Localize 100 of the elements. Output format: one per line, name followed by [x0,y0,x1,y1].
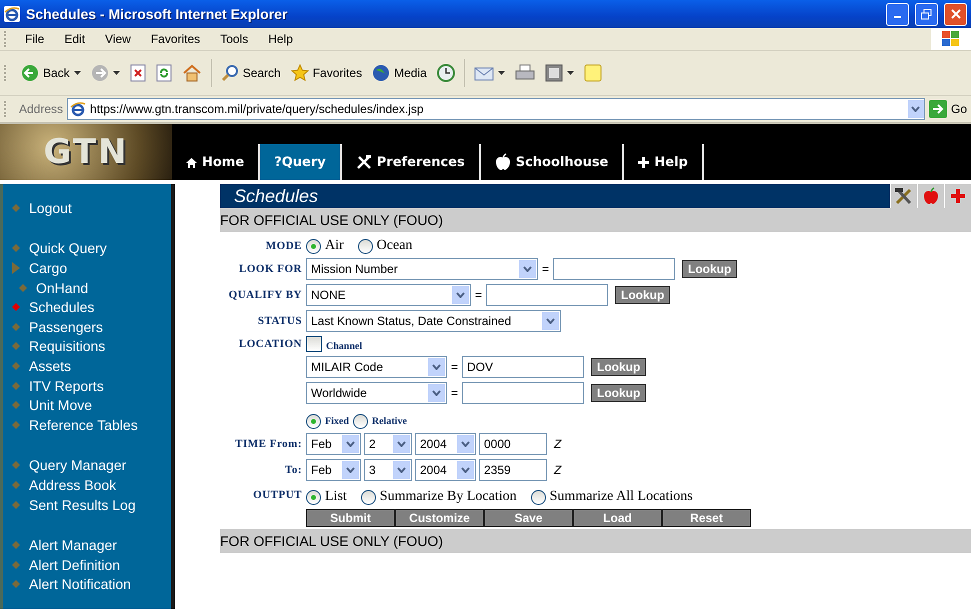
radio-button[interactable] [360,490,376,504]
dropdown-select[interactable]: Last Known Status, Date Constrained [306,310,561,332]
form-button[interactable]: Submit [306,509,395,527]
equals-sign: = [542,262,550,276]
radio-label: Air [325,238,344,254]
input-field[interactable]: 2359 [479,459,547,481]
dropdown-select[interactable]: 2004 [415,459,476,481]
go-button[interactable]: Go [928,100,971,118]
dropdown-select[interactable]: NONE [306,284,471,306]
field-label: To: [284,464,302,476]
sidebar-link[interactable]: Cargo [29,260,68,276]
menu-item[interactable]: Edit [54,32,96,46]
caret-icon [523,266,532,272]
time-zone-label: Z [554,463,562,477]
sidebar-link[interactable]: Quick Query [29,240,107,256]
caret-icon [461,441,470,447]
sidebar-link[interactable]: Assets [29,358,72,374]
lookup-button[interactable]: Lookup [591,384,646,402]
menu-item[interactable]: File [15,32,54,46]
plus-icon[interactable] [951,189,965,203]
caret-icon [546,318,555,324]
dropdown-select[interactable]: Mission Number [306,258,538,280]
close-button[interactable] [944,2,967,26]
sidebar-link[interactable]: Schedules [29,299,94,316]
sidebar-link[interactable]: ITV Reports [29,378,104,394]
radio-button[interactable] [530,490,546,504]
sidebar-link[interactable]: Requisitions [29,338,106,354]
radio-label: Summarize By Location [380,489,517,505]
nav-tab[interactable]: Schoolhouse [480,144,624,180]
caret-icon [498,71,505,75]
input-field[interactable]: 0000 [479,433,547,455]
sidebar-link[interactable]: Alert Manager [29,537,117,554]
form-button[interactable]: Save [484,509,573,527]
dropdown-select[interactable]: Feb [306,433,361,455]
sidebar-link[interactable]: Query Manager [29,457,126,474]
restore-button[interactable] [915,2,938,26]
caret-icon [432,364,441,370]
dropdown-select[interactable]: 2004 [415,433,476,455]
toolbar-button[interactable]: Favorites [286,62,366,84]
form-button[interactable]: Reset [662,509,751,527]
radio-label: List [325,489,347,505]
toolbar-button[interactable]: Back [17,62,85,84]
checkbox[interactable] [306,336,322,352]
menu-item[interactable]: Favorites [140,32,210,46]
input-field[interactable] [486,284,608,306]
lookup-button[interactable]: Lookup [591,358,646,376]
sidebar-link[interactable]: Reference Tables [29,416,138,433]
menu-item[interactable]: Help [258,32,303,46]
sidebar-link[interactable]: Alert Definition [29,556,120,573]
input-field[interactable]: DOV [462,356,584,378]
radio-button[interactable] [352,414,368,429]
globe-icon [372,64,390,82]
nav-tab[interactable]: ?Query [260,144,342,180]
form-button[interactable]: Load [573,509,662,527]
refresh-icon [156,64,172,82]
dropdown-select[interactable]: 2 [364,433,412,455]
search-icon [220,64,239,82]
dropdown-select[interactable]: Feb [306,459,361,481]
sidebar-link[interactable]: Address Book [29,476,116,493]
caret-icon [346,467,355,473]
radio-button[interactable] [358,238,373,254]
input-field[interactable] [462,382,584,404]
minimize-button[interactable] [886,2,909,26]
form-button[interactable]: Customize [395,509,484,527]
sidebar-link[interactable]: Alert Notification [29,576,131,592]
toolbar-button[interactable]: Media [368,62,431,84]
radio-label: Fixed [325,416,349,427]
field-label: TIME From: [234,438,302,450]
sidebar-link[interactable]: Passengers [29,318,103,335]
caret-icon [461,467,470,473]
radio-button[interactable] [306,238,321,254]
dropdown-select[interactable]: 3 [364,459,412,481]
stop-icon [130,64,146,82]
star-icon [290,64,309,82]
radio-button[interactable] [306,490,321,504]
toolbar-button[interactable]: Search [216,62,285,84]
menu-item[interactable]: Tools [210,32,258,46]
menu-item[interactable]: View [95,32,141,46]
dropdown-select[interactable]: Worldwide [306,382,447,404]
sidebar-link[interactable]: OnHand [36,280,88,296]
lookup-button[interactable]: Lookup [682,260,738,278]
field-label: LOOK FOR [238,263,302,275]
lookup-button[interactable]: Lookup [615,286,670,304]
dropdown-select[interactable]: MILAIR Code [306,356,447,378]
field-label: LOCATION [238,338,302,350]
equals-sign: = [451,386,458,400]
apple-icon[interactable] [923,187,939,205]
tools-icon[interactable] [894,186,914,206]
address-field[interactable]: https://www.gtn.transcom.mil/private/query/schedules/index.jsp [67,98,925,120]
sidebar-link[interactable]: Sent Results Log [29,496,136,513]
browser-logo-icon [70,101,86,117]
radio-button[interactable] [306,414,321,429]
classification-banner: FOR OFFICIAL USE ONLY (FOUO) [220,529,971,553]
sidebar-link[interactable]: Unit Move [29,397,92,414]
note-icon [584,64,602,82]
sidebar-link[interactable]: Logout [29,200,72,216]
radio-label: Summarize All Locations [550,489,693,505]
browser-logo-icon [4,6,20,22]
window-title: Schedules - Microsoft Internet Explorer [26,6,288,22]
input-field[interactable] [553,258,676,280]
